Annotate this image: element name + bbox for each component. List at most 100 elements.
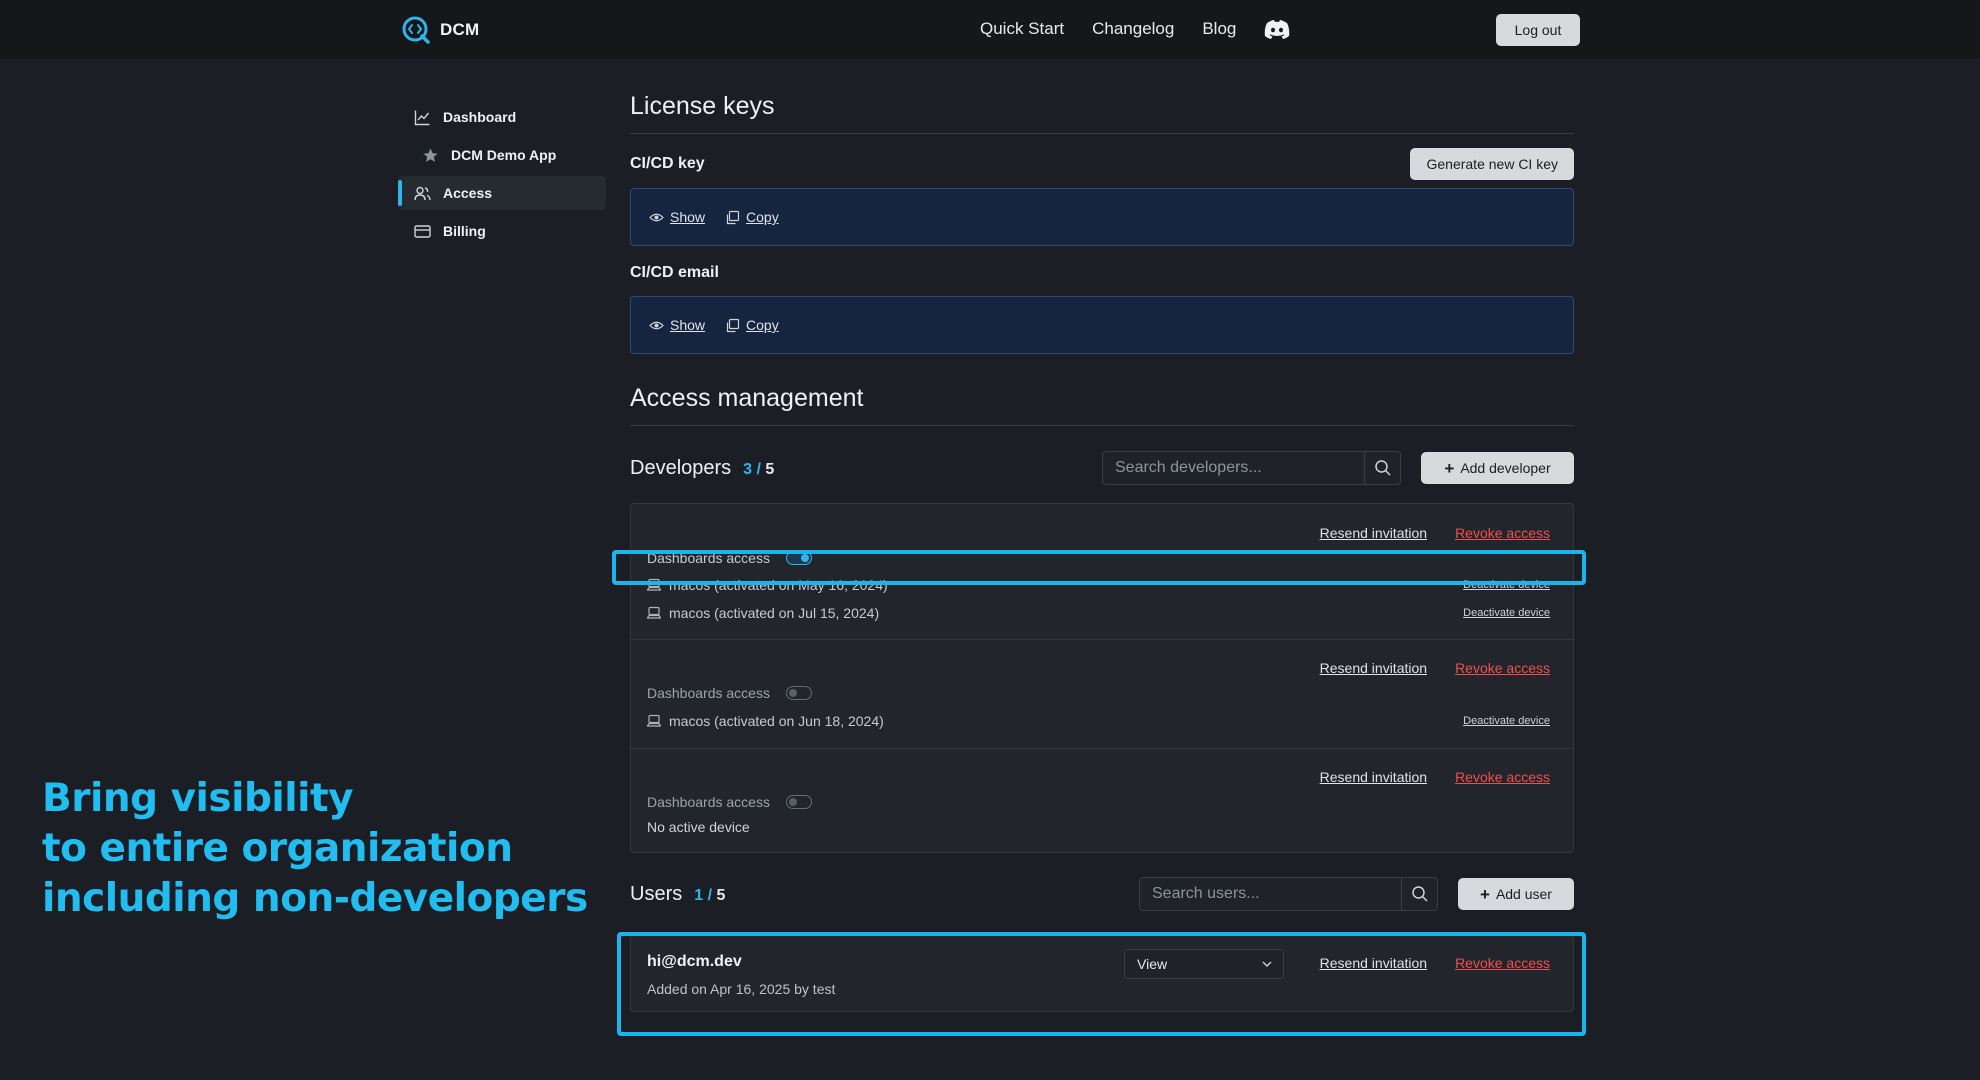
users-highlight [617, 932, 1586, 1036]
search-icon[interactable] [1364, 452, 1400, 484]
generate-ci-key-button[interactable]: Generate new CI key [1410, 148, 1574, 180]
revoke-access-link[interactable]: Revoke access [1455, 769, 1550, 785]
sidebar-item-dashboard[interactable]: Dashboard [398, 100, 606, 134]
revoke-access-link[interactable]: Revoke access [1455, 660, 1550, 676]
sidebar-item-access[interactable]: Access [398, 176, 606, 210]
row-actions: Resend invitation Revoke access [1320, 660, 1550, 676]
resend-invitation-link[interactable]: Resend invitation [1320, 525, 1427, 541]
eye-icon [649, 321, 664, 329]
row-actions: Resend invitation Revoke access [1320, 769, 1550, 785]
device-text: macos (activated on Jun 18, 2024) [669, 713, 884, 729]
developer-row: Resend invitation Revoke access Dashboar… [631, 749, 1573, 852]
users-icon [414, 185, 431, 202]
count-max: 5 [765, 460, 775, 478]
add-developer-button[interactable]: + Add developer [1421, 452, 1574, 484]
promo-headline: Bring visibility to entire organization … [42, 774, 588, 924]
sidebar-item-label: Dashboard [443, 109, 517, 125]
sidebar-item-billing[interactable]: Billing [398, 214, 606, 248]
dashboards-access-row: Dashboards access [647, 685, 812, 701]
plus-icon: + [1480, 884, 1490, 904]
copy-icon [726, 210, 740, 224]
top-nav-links: Quick Start Changelog Blog [980, 18, 1290, 40]
deactivate-device-link[interactable]: Deactivate device [1463, 607, 1550, 619]
users-heading: Users 1 / 5 [630, 883, 725, 906]
star-icon [422, 147, 439, 164]
count-separator: / [752, 460, 766, 478]
add-developer-label: Add developer [1460, 460, 1551, 476]
discord-icon[interactable] [1264, 18, 1290, 40]
dashboards-access-row: Dashboards access [647, 794, 812, 810]
promo-line: Bring visibility [42, 776, 354, 821]
developers-heading: Developers 3 / 5 [630, 457, 774, 480]
copy-label: Copy [746, 209, 779, 225]
add-user-button[interactable]: + Add user [1458, 878, 1574, 910]
sidebar-item-label: Access [443, 185, 493, 201]
toggle-knob [788, 798, 797, 806]
ci-key-header: CI/CD key Generate new CI key [630, 148, 1574, 180]
resend-invitation-link[interactable]: Resend invitation [1320, 769, 1427, 785]
no-device-line: No active device [647, 819, 750, 835]
copy-icon [726, 318, 740, 332]
nav-blog[interactable]: Blog [1202, 19, 1236, 39]
dashboards-access-label: Dashboards access [647, 685, 770, 701]
license-keys-title: License keys [630, 92, 775, 120]
search-icon[interactable] [1401, 878, 1437, 910]
count-max: 5 [716, 886, 726, 904]
nav-quick-start[interactable]: Quick Start [980, 19, 1064, 39]
revoke-access-link[interactable]: Revoke access [1455, 525, 1550, 541]
sidebar-item-label: Billing [443, 223, 486, 239]
developer-row: Resend invitation Revoke access Dashboar… [631, 640, 1573, 749]
top-navbar: DCM Quick Start Changelog Blog Log out [0, 0, 1980, 59]
ci-key-box: Show Copy [630, 188, 1574, 246]
nav-changelog[interactable]: Changelog [1092, 19, 1174, 39]
copy-ci-key-button[interactable]: Copy [725, 209, 779, 225]
divider [630, 133, 1574, 134]
dcm-logo-icon [402, 16, 430, 44]
copy-label: Copy [746, 317, 779, 333]
developers-tools: + Add developer [1102, 451, 1574, 485]
users-count: 1 / 5 [694, 887, 725, 904]
logout-button[interactable]: Log out [1496, 14, 1580, 46]
users-search [1139, 877, 1438, 911]
device-line: macos (activated on Jun 18, 2024) [647, 713, 884, 729]
sidebar-item-label: DCM Demo App [451, 147, 557, 163]
brand-name: DCM [440, 20, 480, 39]
deactivate-device-link[interactable]: Deactivate device [1463, 715, 1550, 727]
users-tools: + Add user [1139, 877, 1574, 911]
dashboards-access-highlight [612, 550, 1586, 585]
ci-email-header: CI/CD email [630, 264, 1574, 282]
plus-icon: + [1444, 458, 1455, 478]
add-user-label: Add user [1495, 886, 1552, 902]
show-ci-key-button[interactable]: Show [649, 209, 705, 225]
show-label: Show [670, 209, 706, 225]
divider [630, 425, 1574, 426]
toggle-knob [788, 689, 797, 697]
promo-line: to entire organization [42, 826, 513, 871]
ci-email-box: Show Copy [630, 296, 1574, 354]
search-developers-input[interactable] [1103, 452, 1364, 484]
show-label: Show [670, 317, 706, 333]
eye-icon [649, 213, 664, 221]
developers-header: Developers 3 / 5 + Add developer [630, 451, 1574, 485]
laptop-icon [647, 606, 661, 619]
dashboards-access-toggle[interactable] [785, 686, 812, 700]
ci-key-label: CI/CD key [630, 155, 705, 172]
brand[interactable]: DCM [402, 16, 479, 44]
developers-title: Developers [630, 456, 732, 479]
count-current: 1 [694, 886, 704, 904]
developers-search [1102, 451, 1401, 485]
count-separator: / [703, 886, 717, 904]
dashboards-access-toggle[interactable] [785, 795, 812, 809]
sidebar: Dashboard DCM Demo App Access Billing [398, 100, 606, 252]
search-users-input[interactable] [1140, 878, 1401, 910]
copy-ci-email-button[interactable]: Copy [725, 317, 779, 333]
access-management-title: Access management [630, 384, 864, 412]
users-header: Users 1 / 5 + Add user [630, 877, 1574, 911]
sidebar-item-dcm-demo-app[interactable]: DCM Demo App [398, 138, 606, 172]
show-ci-email-button[interactable]: Show [649, 317, 705, 333]
row-actions: Resend invitation Revoke access [1320, 525, 1550, 541]
resend-invitation-link[interactable]: Resend invitation [1320, 660, 1427, 676]
device-text: macos (activated on Jul 15, 2024) [669, 605, 880, 621]
credit-card-icon [414, 223, 431, 240]
chart-line-icon [414, 109, 431, 126]
